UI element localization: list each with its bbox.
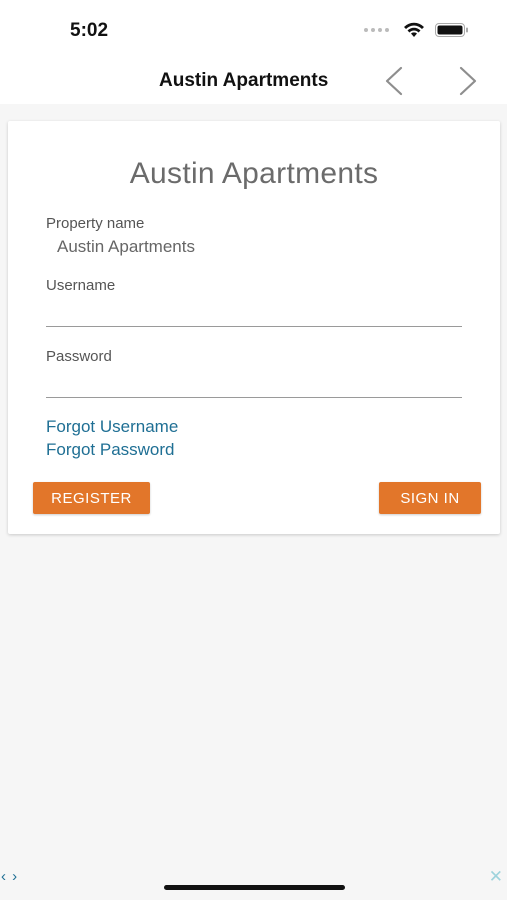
forgot-username-link[interactable]: Forgot Username [46,417,178,437]
register-button[interactable]: REGISTER [33,482,150,514]
home-indicator[interactable] [164,885,345,890]
wifi-icon [403,22,425,38]
login-card: Austin Apartments Property name Austin A… [8,121,500,534]
signal-icon [364,28,389,32]
property-name-value: Austin Apartments [57,237,195,256]
card-title: Austin Apartments [129,157,379,190]
password-input[interactable] [46,368,462,398]
close-icon[interactable]: ✕ [489,867,503,887]
nav-title: Austin Apartments [159,70,329,91]
password-label: Password [46,348,112,365]
back-chevron-icon[interactable] [380,64,410,98]
sign-in-button[interactable]: SIGN IN [379,482,481,514]
username-input[interactable] [46,297,462,327]
property-name-label: Property name [46,215,145,232]
username-label: Username [46,277,116,294]
status-time: 5:02 [70,20,109,41]
ad-nav-arrows-icon[interactable]: ‹ › [1,868,18,885]
status-icons [364,22,469,38]
forgot-password-link[interactable]: Forgot Password [46,440,175,460]
forward-chevron-icon[interactable] [452,64,482,98]
navigation-bar: Austin Apartments [0,58,507,104]
status-bar: 5:02 [0,0,507,58]
battery-icon [435,22,469,38]
